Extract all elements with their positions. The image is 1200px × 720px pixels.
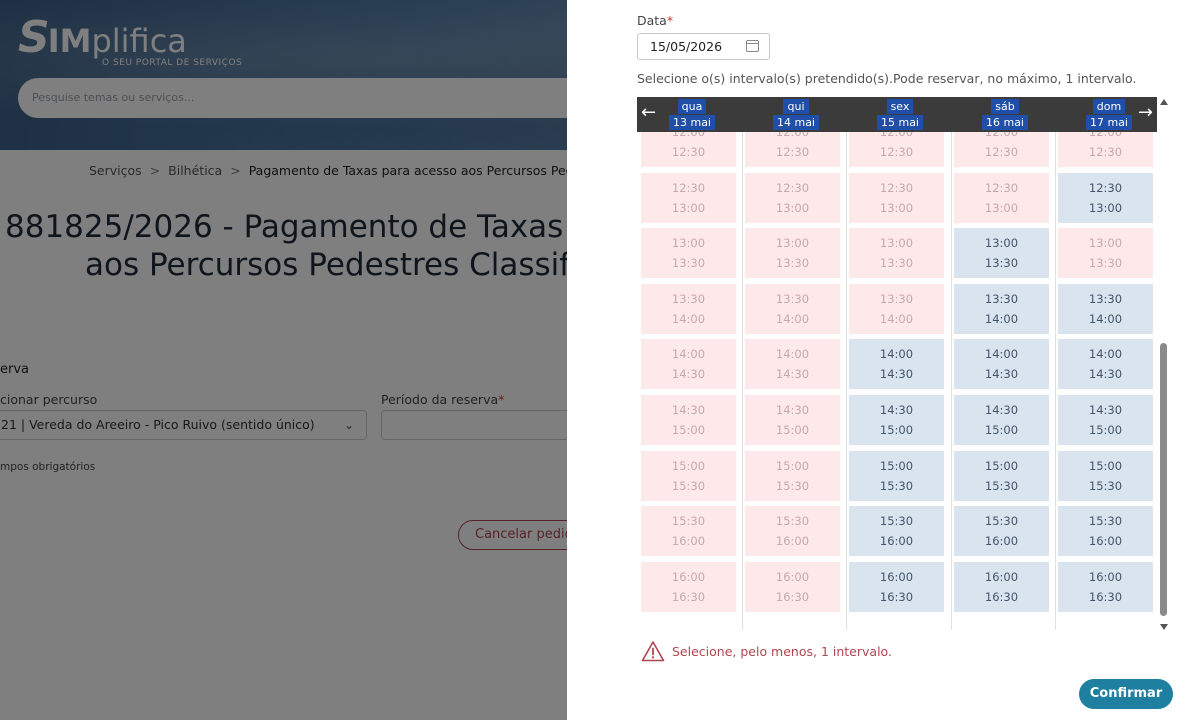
time-slot-unavailable: 15:30 16:00 <box>745 506 840 557</box>
time-slot-unavailable: 15:30 16:00 <box>641 506 736 557</box>
time-slot-unavailable: 12:30 13:00 <box>849 172 944 223</box>
day-column: 12:00 12:30 12:30 13:00 13:00 13:30 13:30 14:00… <box>641 132 736 630</box>
day-column: 12:00 12:30 12:30 13:00 13:00 13:30 13:30 14:00… <box>1058 132 1153 630</box>
time-slot-available[interactable]: 15:00 15:30 <box>849 450 944 501</box>
calendar-header: ← qua 13 mai qui 14 mai sex 15 mai sáb 16 mai do… <box>637 97 1157 132</box>
time-slot-available[interactable]: 15:00 15:30 <box>1058 450 1153 501</box>
time-slot-unavailable: 14:30 15:00 <box>745 395 840 445</box>
time-slot-available[interactable]: 13:30 14:00 <box>1058 283 1153 334</box>
time-slot-unavailable: 14:00 14:30 <box>641 339 736 390</box>
time-slot-unavailable: 12:00 12:30 <box>745 132 840 167</box>
time-slot-unavailable: 13:00 13:30 <box>1058 228 1153 279</box>
modal-overlay[interactable] <box>0 0 567 720</box>
day-column: 12:00 12:30 12:30 13:00 13:00 13:30 13:30 14:00… <box>745 132 840 630</box>
time-slot-unavailable: 16:00 16:30 <box>641 561 736 612</box>
time-slot-grid: 12:00 12:30 12:30 13:00 13:00 13:30 13:30 14:00… <box>637 132 1157 630</box>
time-slot-available[interactable]: 15:00 15:30 <box>954 450 1049 501</box>
column-divider <box>742 132 743 630</box>
day-column: 12:00 12:30 12:30 13:00 13:00 13:30 13:30 14:00… <box>849 132 944 630</box>
day-header: sáb 16 mai <box>957 97 1053 132</box>
time-slot-available[interactable]: 14:30 15:00 <box>954 395 1049 445</box>
time-slot-unavailable: 12:30 13:00 <box>641 172 736 223</box>
column-divider <box>1055 132 1056 630</box>
scroll-up-icon[interactable] <box>1160 99 1168 105</box>
time-slot-unavailable: 16:00 16:30 <box>745 561 840 612</box>
scrollbar-thumb[interactable] <box>1160 343 1167 616</box>
time-slot-available[interactable]: 16:00 16:30 <box>954 561 1049 612</box>
scrollbar[interactable] <box>1157 97 1171 632</box>
time-slot-unavailable: 14:00 14:30 <box>745 339 840 390</box>
time-slot-unavailable: 15:00 15:30 <box>745 450 840 501</box>
calendar-icon[interactable] <box>746 40 759 52</box>
column-divider <box>846 132 847 630</box>
time-slot-available[interactable]: 14:00 14:30 <box>1058 339 1153 390</box>
time-slot-available[interactable]: 15:30 16:00 <box>1058 506 1153 557</box>
reservation-panel: Data* 15/05/2026 Selecione o(s) interval… <box>567 0 1200 720</box>
day-column: 12:00 12:30 12:30 13:00 13:00 13:30 13:30 14:00… <box>954 132 1049 630</box>
arrow-right-icon[interactable]: → <box>1138 103 1153 123</box>
time-slot-available[interactable]: 15:30 16:00 <box>954 506 1049 557</box>
time-slot-unavailable: 13:30 14:00 <box>745 283 840 334</box>
column-divider <box>951 132 952 630</box>
time-slot-unavailable: 12:00 12:30 <box>849 132 944 167</box>
time-slot-unavailable: 12:00 12:30 <box>641 132 736 167</box>
time-slot-available[interactable]: 12:30 13:00 <box>1058 172 1153 223</box>
date-label: Data* <box>637 13 674 28</box>
time-slot-unavailable: 12:30 13:00 <box>954 172 1049 223</box>
instruction-text: Selecione o(s) intervalo(s) pretendido(s… <box>637 71 1137 86</box>
time-slot-unavailable: 15:00 15:30 <box>641 450 736 501</box>
time-slot-unavailable: 13:00 13:30 <box>745 228 840 279</box>
warning-icon <box>641 641 665 662</box>
time-slot-available[interactable]: 15:30 16:00 <box>849 506 944 557</box>
time-slot-unavailable: 12:00 12:30 <box>1058 132 1153 167</box>
confirm-button[interactable]: Confirmar <box>1079 679 1173 709</box>
time-slot-unavailable: 13:30 14:00 <box>849 283 944 334</box>
day-header: sex 15 mai <box>852 97 948 132</box>
scroll-down-icon[interactable] <box>1160 624 1168 630</box>
time-slot-available[interactable]: 16:00 16:30 <box>1058 561 1153 612</box>
time-slot-available[interactable]: 13:30 14:00 <box>954 283 1049 334</box>
time-slot-available[interactable]: 14:00 14:30 <box>849 339 944 390</box>
day-header: qua 13 mai <box>644 97 740 132</box>
time-slot-unavailable: 14:30 15:00 <box>641 395 736 445</box>
day-header: qui 14 mai <box>748 97 844 132</box>
time-slot-unavailable: 13:00 13:30 <box>849 228 944 279</box>
time-slot-available[interactable]: 14:30 15:00 <box>849 395 944 445</box>
time-slot-unavailable: 13:30 14:00 <box>641 283 736 334</box>
time-slot-unavailable: 12:30 13:00 <box>745 172 840 223</box>
time-slot-available[interactable]: 14:00 14:30 <box>954 339 1049 390</box>
time-slot-available[interactable]: 16:00 16:30 <box>849 561 944 612</box>
date-field[interactable]: 15/05/2026 <box>637 33 770 60</box>
time-slot-unavailable: 13:00 13:30 <box>641 228 736 279</box>
time-slot-available[interactable]: 13:00 13:30 <box>954 228 1049 279</box>
time-slot-unavailable: 12:00 12:30 <box>954 132 1049 167</box>
time-slot-available[interactable]: 14:30 15:00 <box>1058 395 1153 445</box>
